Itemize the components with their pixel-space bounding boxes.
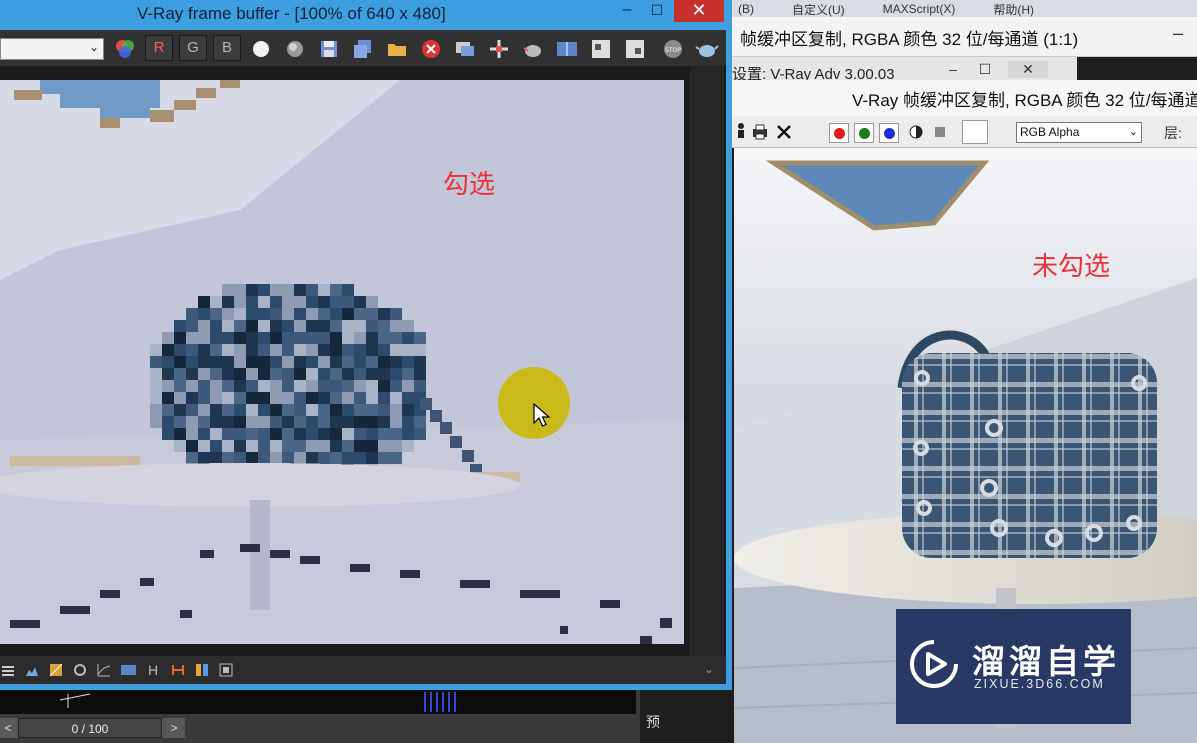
frame-counter: 0 / 100 [18,718,162,738]
teapot-icon[interactable] [694,36,720,62]
maximize-button[interactable]: ☐ [974,61,996,78]
annotation-unchecked: 未勾选 [1032,252,1111,282]
blue-channel-button[interactable] [879,123,899,143]
chevron-down-icon: ⌄ [1128,126,1138,138]
play-logo-icon [910,640,958,688]
frame-buffer-copy-window-1: 帧缓冲区复制, RGBA 颜色 32 位/每通道 (1:1) – [732,17,1197,57]
frame-slider[interactable]: < 0 / 100 > [0,718,185,738]
vray-frame-buffer-window: V-Ray frame buffer - [100% of 640 x 480]… [0,0,732,690]
menu-item-help[interactable]: 帮助(H) [993,1,1034,18]
pixel-info-icon[interactable] [194,662,210,678]
watermark-name: 溜溜自学 [972,642,1120,681]
image-viewport[interactable] [0,66,726,656]
window-title: 设置: V-Ray Adv 3.00.03 [732,66,895,81]
mouse-pointer-icon [533,403,551,427]
channel-select[interactable]: RGB Alpha ⌄ [1016,122,1142,143]
monochrome-icon[interactable] [282,36,308,62]
stop-render-icon[interactable]: STOP [660,36,686,62]
background-color-swatch[interactable] [962,120,988,144]
minimize-button[interactable]: – [942,61,964,77]
figure-icon[interactable] [734,122,748,142]
render-teapot-icon[interactable] [520,36,546,62]
hsv-button[interactable]: H [148,662,164,678]
next-frame-button[interactable]: > [166,718,182,738]
svg-text:STOP: STOP [665,47,681,54]
save-icon[interactable] [316,36,342,62]
duplicate-to-max-fb-icon[interactable] [452,36,478,62]
watermark-logo: 溜溜自学 ZIXUE.3D66.COM [896,609,1131,724]
watermark-url: ZIXUE.3D66.COM [974,677,1105,691]
lut-icon[interactable] [120,662,136,678]
close-button[interactable]: ✕ [1008,61,1048,78]
clear-icon[interactable] [774,122,794,142]
clear-image-icon[interactable] [418,36,444,62]
alpha-icon[interactable] [934,126,946,146]
time-track[interactable] [0,690,636,714]
contrast-icon[interactable] [908,124,924,144]
preview-label: 预 [646,714,660,730]
annotation-checked: 勾选 [443,170,496,200]
prev-frame-button[interactable]: < [0,718,16,738]
max-timeline: < 0 / 100 > [0,690,640,743]
title-bar[interactable]: V-Ray frame buffer - [100% of 640 x 480]… [0,0,732,28]
red-channel-button[interactable] [829,123,849,143]
blue-channel-toggle[interactable]: B [213,35,241,61]
menu-item[interactable]: (B) [738,2,754,16]
print-icon[interactable] [750,122,770,142]
compare-ab-icon[interactable] [554,36,580,62]
region-icon[interactable] [218,662,234,678]
frame-buffer-copy-window-2: V-Ray 帧缓冲区复制, RGBA 颜色 32 位/每通道 [732,80,1197,116]
color-corrections-icon[interactable] [0,662,16,678]
green-channel-button[interactable] [854,123,874,143]
render-settings-window: 设置: V-Ray Adv 3.00.03 – ☐ ✕ [732,57,1077,81]
levels-icon[interactable] [24,662,40,678]
green-channel-toggle[interactable]: G [179,35,207,61]
close-button[interactable]: ✕ [674,0,724,22]
color-channels-icon[interactable] [112,36,138,62]
stereo-icon[interactable] [170,662,186,678]
layer-label: 层: [1164,125,1182,141]
maximize-button[interactable]: ☐ [642,0,672,22]
vertical-scrollbar[interactable] [690,66,724,656]
vfb-toolbar: ⌄ R G B STOP [0,30,726,66]
exposure-icon[interactable] [72,662,88,678]
render-element-select[interactable]: ⌄ [0,38,104,60]
open-folder-icon[interactable] [384,36,410,62]
menu-item-customize[interactable]: 自定义(U) [792,1,845,18]
window-title: 帧缓冲区复制, RGBA 颜色 32 位/每通道 (1:1) [740,30,1079,49]
chevron-down-icon: ⌄ [88,40,99,54]
render-image-filtered [0,80,684,644]
vfb-bottom-toolbar: H ⌄ [0,656,726,684]
menu-item-maxscript[interactable]: MAXScript(X) [883,2,956,16]
minimize-button[interactable]: – [612,0,642,22]
track-mouse-icon[interactable] [486,36,512,62]
graph-icon[interactable] [96,662,112,678]
curve-icon[interactable] [48,662,64,678]
history-a-icon[interactable] [588,36,614,62]
alpha-white-icon[interactable] [248,36,274,62]
window-title: V-Ray 帧缓冲区复制, RGBA 颜色 32 位/每通道 [852,91,1197,110]
minimize-button[interactable]: – [1173,23,1183,44]
red-channel-toggle[interactable]: R [145,35,173,61]
window-title: V-Ray frame buffer - [100% of 640 x 480] [137,4,446,23]
max-menu-bar: (B) 自定义(U) MAXScript(X) 帮助(H) [728,0,1197,18]
copy-window-toolbar: RGB Alpha ⌄ 层: [732,116,1197,148]
save-all-icon[interactable] [350,36,376,62]
expand-chevron-icon[interactable]: ⌄ [704,662,720,678]
history-b-icon[interactable] [622,36,648,62]
